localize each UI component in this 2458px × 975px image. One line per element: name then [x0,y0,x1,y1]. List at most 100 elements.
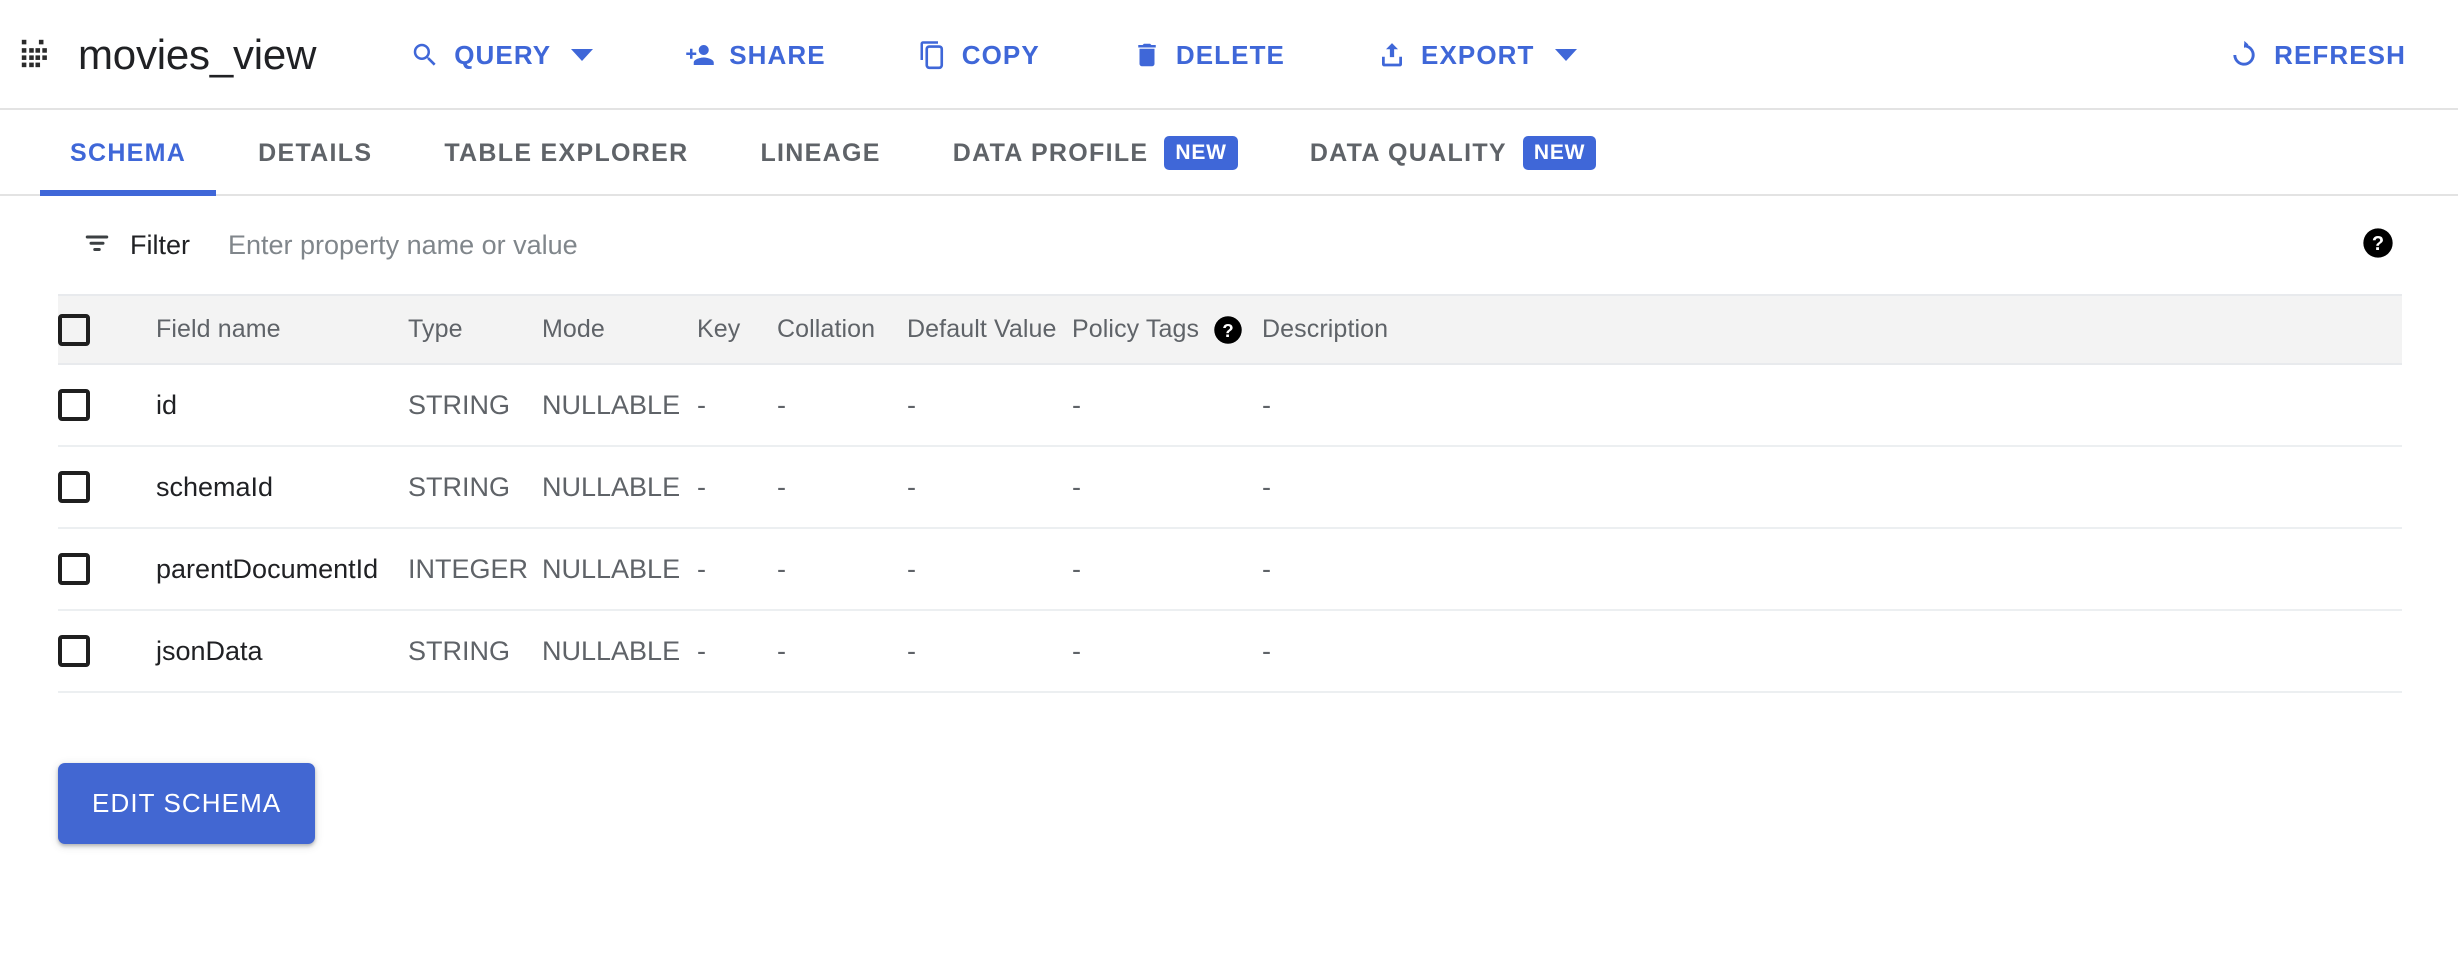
row-checkbox[interactable] [58,553,90,585]
select-all-cell [58,296,156,365]
tab-schema[interactable]: SCHEMA [40,110,217,196]
table-header-row: Field name Type Mode Key Collation Defau… [58,296,2402,365]
cell-description: - [1262,389,1271,420]
copy-icon [918,40,948,70]
table-row[interactable]: parentDocumentId INTEGER NULLABLE - - - … [58,528,2402,610]
tab-bar: SCHEMA DETAILS TABLE EXPLORER LINEAGE DA… [0,110,2458,196]
cell-mode: NULLABLE [542,553,681,584]
row-checkbox[interactable] [58,471,90,503]
page-title: movies_view [78,31,317,78]
schema-table-body: id STRING NULLABLE - - - - - schemaId ST… [58,364,2402,692]
share-button-label: SHARE [729,39,826,70]
select-all-checkbox[interactable] [58,313,90,346]
help-circle-icon[interactable]: ? [1213,315,1243,345]
table-row[interactable]: id STRING NULLABLE - - - - - [58,364,2402,446]
tab-data-profile-label: DATA PROFILE [952,138,1149,167]
tab-data-quality-label: DATA QUALITY [1309,138,1507,167]
schema-panel: Filter ? Field name Type Mode Key Collat… [0,196,2458,693]
refresh-button[interactable]: REFRESH [2210,27,2424,83]
cell-collation: - [777,553,786,584]
help-circle-icon[interactable]: ? [2362,227,2394,264]
cell-default-value: - [907,389,916,420]
tab-data-profile[interactable]: DATA PROFILE NEW [923,110,1268,196]
row-select-cell [58,610,156,692]
cell-policy-tags: - [1072,635,1081,666]
column-header-default-value[interactable]: Default Value [907,296,1072,365]
cell-type: STRING [408,471,511,502]
refresh-button-label: REFRESH [2274,39,2406,70]
row-checkbox[interactable] [58,389,90,421]
cell-policy-tags: - [1072,471,1081,502]
cell-default-value: - [907,635,916,666]
cell-description: - [1262,635,1271,666]
cell-collation: - [777,389,786,420]
row-select-cell [58,364,156,446]
export-button[interactable]: EXPORT [1359,28,1595,83]
cell-field-name: parentDocumentId [156,553,379,584]
refresh-icon [2228,39,2260,71]
cell-field-name: id [156,389,178,420]
chevron-down-icon [1554,49,1577,61]
person-add-icon [685,40,715,70]
query-button-label: QUERY [454,39,552,70]
cell-collation: - [777,635,786,666]
column-header-field-name[interactable]: Field name [156,296,408,365]
column-header-collation[interactable]: Collation [777,296,907,365]
schema-table-head: Field name Type Mode Key Collation Defau… [58,296,2402,365]
search-icon [410,40,440,70]
filter-icon [82,228,112,263]
export-button-label: EXPORT [1421,39,1535,70]
schema-table: Field name Type Mode Key Collation Defau… [58,296,2402,693]
cell-key: - [697,389,706,420]
column-header-type[interactable]: Type [408,296,542,365]
chevron-down-icon [571,49,594,61]
column-header-key[interactable]: Key [697,296,777,365]
tab-data-quality[interactable]: DATA QUALITY NEW [1280,110,1626,196]
cell-description: - [1262,553,1271,584]
tab-lineage-label: LINEAGE [760,138,881,167]
apps-grid-icon[interactable] [18,36,56,74]
tab-schema-label: SCHEMA [70,138,187,167]
cell-field-name: schemaId [156,471,274,502]
cell-mode: NULLABLE [542,635,681,666]
cell-key: - [697,635,706,666]
column-header-mode[interactable]: Mode [542,296,697,365]
copy-button-label: COPY [961,39,1040,70]
cell-key: - [697,471,706,502]
tab-lineage[interactable]: LINEAGE [730,110,910,196]
tab-table-explorer[interactable]: TABLE EXPLORER [414,110,718,196]
column-header-policy-tags[interactable]: Policy Tags ? [1072,296,1262,365]
row-select-cell [58,446,156,528]
share-button[interactable]: SHARE [667,28,844,83]
filter-bar: Filter ? [58,196,2402,296]
column-header-description[interactable]: Description [1262,296,2402,365]
table-row[interactable]: schemaId STRING NULLABLE - - - - - [58,446,2402,528]
filter-input[interactable] [228,229,2342,261]
schema-actions: EDIT SCHEMA [0,693,2458,844]
copy-button[interactable]: COPY [900,28,1058,83]
delete-button-label: DELETE [1175,39,1285,70]
cell-field-name: jsonData [156,635,263,666]
tab-table-explorer-label: TABLE EXPLORER [444,138,689,167]
tab-details-label: DETAILS [258,138,373,167]
svg-text:?: ? [1222,319,1234,340]
table-row[interactable]: jsonData STRING NULLABLE - - - - - [58,610,2402,692]
edit-schema-button[interactable]: EDIT SCHEMA [58,763,316,844]
tab-details[interactable]: DETAILS [228,110,402,196]
delete-button[interactable]: DELETE [1114,28,1303,83]
filter-label: Filter [130,229,190,260]
cell-collation: - [777,471,786,502]
row-checkbox[interactable] [58,635,90,667]
query-button[interactable]: QUERY [392,28,611,83]
cell-key: - [697,553,706,584]
cell-type: INTEGER [408,553,529,584]
cell-default-value: - [907,471,916,502]
svg-text:?: ? [2372,233,2384,255]
new-badge: NEW [1522,136,1597,170]
cell-type: STRING [408,389,511,420]
new-badge: NEW [1164,136,1238,170]
column-header-policy-tags-label: Policy Tags [1072,315,1200,343]
trash-icon [1132,40,1162,70]
upload-icon [1377,40,1407,70]
cell-type: STRING [408,635,511,666]
